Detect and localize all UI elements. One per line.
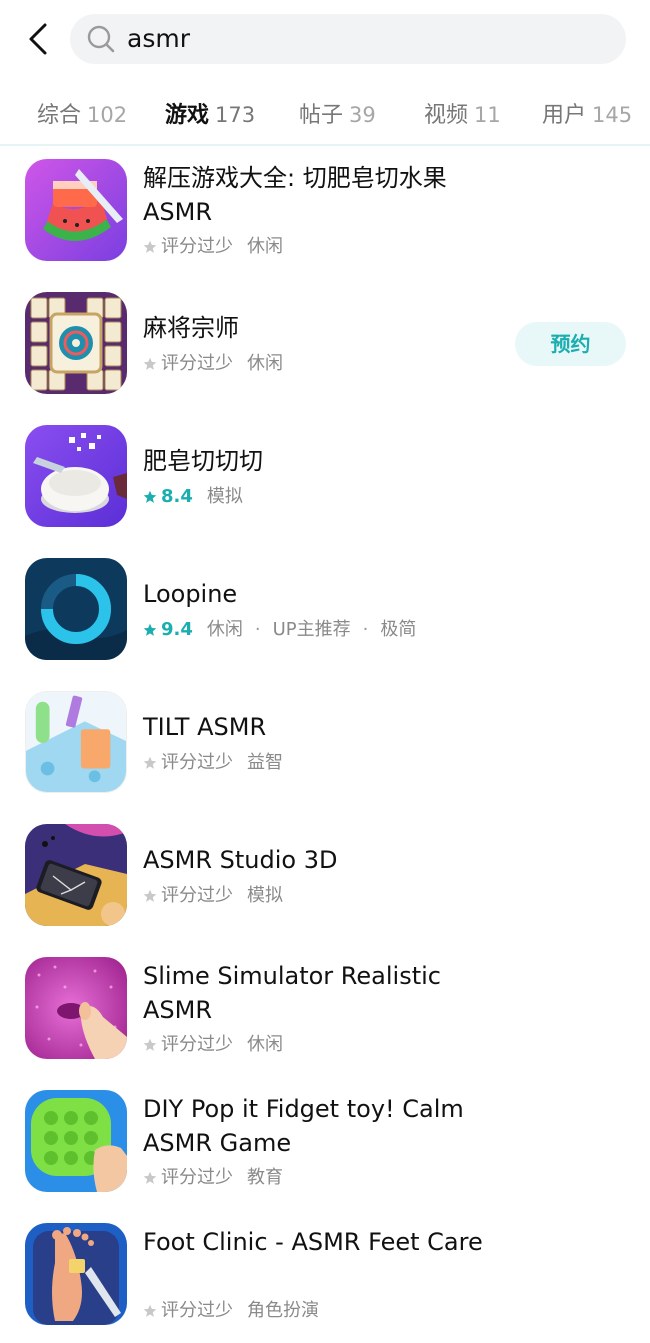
category-tag: 休闲 [206,619,243,640]
loop-ring-icon [25,558,127,660]
star-icon [143,490,157,503]
category-tag: 极简 [380,619,417,640]
app-meta: 评分过少 角色扮演 [143,1298,319,1324]
star-icon [143,756,157,769]
star-icon [143,357,157,370]
rating-status: 评分过少 [161,236,233,257]
star-icon [143,1038,157,1051]
reserve-button[interactable]: 预约 [515,322,626,366]
category-tag: 休闲 [247,353,283,374]
tilt-blocks-icon [25,691,127,793]
tab-label: 综合 [37,103,82,128]
tab-label: 帖子 [299,103,344,128]
tab-games[interactable]: 游戏 173 [165,100,255,131]
foot-care-icon [25,1223,127,1325]
category-tag: 角色扮演 [247,1300,319,1321]
app-meta: 评分过少 益智 [143,750,283,776]
star-icon [143,1304,157,1317]
watermelon-cut-icon [25,159,127,261]
list-item[interactable]: Foot Clinic - ASMR Feet Care 评分过少 角色扮演 [0,1210,650,1343]
rating-score: 8.4 [161,486,193,507]
app-meta: 评分过少 休闲 [143,351,283,377]
tab-posts[interactable]: 帖子 39 [299,100,376,131]
app-name: Foot Clinic - ASMR Feet Care [143,1228,483,1256]
phone-crush-icon [25,824,127,926]
app-name: DIY Pop it Fidget toy! Calm ASMR Game [143,1095,464,1157]
star-icon [143,889,157,902]
list-item[interactable]: ASMR Studio 3D 评分过少 模拟 [0,811,650,944]
soap-cut-icon [25,425,127,527]
star-icon [143,1171,157,1184]
tab-count: 39 [349,103,376,127]
app-name: TILT ASMR [143,713,267,741]
app-name: 麻将宗师 [143,314,239,342]
result-tabs: 综合 102 游戏 173 帖子 39 视频 11 用户 145 [0,86,650,146]
category-tag: 教育 [247,1167,283,1188]
list-item[interactable]: 肥皂切切切 8.4 模拟 [0,412,650,545]
app-meta: 评分过少 休闲 [143,234,283,260]
rating-status: 评分过少 [161,752,233,773]
list-item[interactable]: Loopine 9.4 休闲 · UP主推荐 · 极简 [0,545,650,678]
search-icon [87,25,115,53]
back-button[interactable] [18,16,58,62]
category-tag: 益智 [247,752,283,773]
list-item[interactable]: 麻将宗师 评分过少 休闲 预约 [0,279,650,412]
mahjong-icon [25,292,127,394]
list-item[interactable]: TILT ASMR 评分过少 益智 [0,678,650,811]
app-meta: 评分过少 教育 [143,1165,283,1191]
rating-status: 评分过少 [161,1167,233,1188]
app-name: Loopine [143,580,238,608]
search-query-text: asmr [127,24,190,53]
chevron-left-icon [29,23,47,55]
category-tag: 模拟 [247,885,283,906]
tab-count: 11 [474,103,501,127]
tab-users[interactable]: 用户 145 [542,100,632,131]
pop-it-icon [25,1090,127,1192]
tab-all[interactable]: 综合 102 [37,100,127,131]
search-input[interactable]: asmr [70,14,626,64]
tag-separator: · [362,619,369,640]
category-tag: 休闲 [247,1034,283,1055]
app-name: Slime Simulator Realistic ASMR [143,962,441,1024]
rating-status: 评分过少 [161,885,233,906]
category-tag: 休闲 [247,236,283,257]
list-item[interactable]: DIY Pop it Fidget toy! Calm ASMR Game 评分… [0,1077,650,1210]
tab-count: 173 [215,103,256,127]
tab-count: 102 [87,103,128,127]
rating-score: 9.4 [161,619,193,640]
app-meta: 9.4 休闲 · UP主推荐 · 极简 [143,617,416,643]
rating-status: 评分过少 [161,353,233,374]
tab-label: 游戏 [165,103,210,128]
rating-status: 评分过少 [161,1034,233,1055]
tab-videos[interactable]: 视频 11 [424,100,501,131]
star-icon [143,623,157,636]
app-name: ASMR Studio 3D [143,846,338,874]
slime-icon [25,957,127,1059]
tag-separator: · [254,619,261,640]
app-name: 解压游戏大全: 切肥皂切水果 ASMR [143,164,447,226]
category-tag: UP主推荐 [272,619,351,640]
search-header: asmr [0,0,650,86]
list-item[interactable]: Slime Simulator Realistic ASMR 评分过少 休闲 [0,944,650,1077]
list-item[interactable]: 解压游戏大全: 切肥皂切水果 ASMR 评分过少 休闲 [0,146,650,279]
star-icon [143,240,157,253]
rating-status: 评分过少 [161,1300,233,1321]
tab-count: 145 [592,103,633,127]
app-name: 肥皂切切切 [143,447,263,475]
app-meta: 8.4 模拟 [143,484,243,510]
app-meta: 评分过少 模拟 [143,883,283,909]
tab-label: 视频 [424,103,469,128]
tab-label: 用户 [542,103,587,128]
app-meta: 评分过少 休闲 [143,1032,283,1058]
category-tag: 模拟 [206,486,243,507]
